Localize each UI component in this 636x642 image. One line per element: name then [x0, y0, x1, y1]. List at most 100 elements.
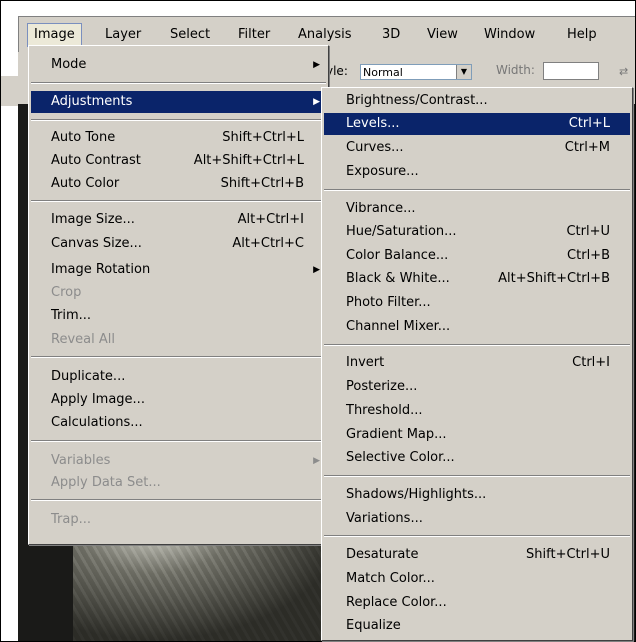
menu-item-label: Invert — [346, 355, 385, 370]
menu-item-label: Mode — [51, 57, 87, 72]
menu-item-black-white[interactable]: Black & White... Alt+Shift+Ctrl+B — [324, 268, 630, 290]
menu-item-label: Image Size... — [51, 212, 135, 227]
menu-item-auto-color[interactable]: Auto Color Shift+Ctrl+B — [31, 173, 326, 195]
menu-item-label: Photo Filter... — [346, 295, 431, 310]
menu-item-shortcut: Ctrl+B — [567, 248, 610, 263]
menu-item-match-color[interactable]: Match Color... — [324, 568, 630, 590]
menu-item-image-rotation[interactable]: Image Rotation ▶ — [31, 259, 326, 281]
menu-view[interactable]: View — [421, 23, 464, 47]
menu-item-shortcut: Shift+Ctrl+L — [222, 130, 304, 145]
menu-item-shadows-highlights[interactable]: Shadows/Highlights... — [324, 484, 630, 506]
menu-item-reveal-all[interactable]: Reveal All — [31, 329, 326, 351]
menu-item-equalize[interactable]: Equalize — [324, 615, 630, 637]
menu-item-shortcut: Shift+Ctrl+U — [526, 547, 610, 562]
menu-item-label: Image Rotation — [51, 262, 151, 277]
menu-layer[interactable]: Layer — [99, 23, 147, 47]
menu-item-label: Exposure... — [346, 164, 419, 179]
menu-item-auto-contrast[interactable]: Auto Contrast Alt+Shift+Ctrl+L — [31, 150, 326, 172]
menu-item-calculations[interactable]: Calculations... — [31, 412, 326, 434]
window-frame: Image Layer Select Filter Analysis 3D Vi… — [0, 0, 636, 642]
menu-item-label: Trim... — [51, 308, 92, 323]
separator — [31, 440, 326, 442]
menu-item-label: Desaturate — [346, 547, 419, 562]
menu-item-label: Color Balance... — [346, 248, 449, 263]
menu-item-label: Auto Color — [51, 176, 120, 191]
menu-item-label: Threshold... — [346, 403, 423, 418]
menu-window[interactable]: Window — [478, 23, 541, 47]
menu-item-label: Shadows/Highlights... — [346, 487, 487, 502]
style-select[interactable]: Normal ▼ — [360, 64, 472, 80]
menu-item-threshold[interactable]: Threshold... — [324, 400, 630, 422]
menu-item-label: Match Color... — [346, 571, 435, 586]
menu-item-label: Vibrance... — [346, 201, 416, 216]
menu-item-apply-data-set[interactable]: Apply Data Set... — [31, 472, 326, 494]
menu-item-levels[interactable]: Levels... Ctrl+L — [324, 113, 630, 135]
menu-item-invert[interactable]: Invert Ctrl+I — [324, 352, 630, 374]
swap-icon[interactable]: ⇄ — [619, 65, 628, 78]
menu-item-label: Apply Data Set... — [51, 475, 161, 490]
menu-item-label: Brightness/Contrast... — [346, 93, 488, 108]
menu-item-shortcut: Ctrl+I — [572, 355, 610, 370]
submenu-arrow-icon: ▶ — [313, 97, 320, 107]
menu-item-shortcut: Alt+Ctrl+I — [237, 212, 304, 227]
left-edge-strip — [1, 76, 18, 106]
menu-item-label: Variations... — [346, 511, 423, 526]
menu-item-vibrance[interactable]: Vibrance... — [324, 198, 630, 220]
menu-item-duplicate[interactable]: Duplicate... — [31, 366, 326, 388]
menu-item-color-balance[interactable]: Color Balance... Ctrl+B — [324, 245, 630, 267]
menu-item-variations[interactable]: Variations... — [324, 508, 630, 530]
menu-item-photo-filter[interactable]: Photo Filter... — [324, 292, 630, 314]
menu-item-label: Calculations... — [51, 415, 143, 430]
menu-item-label: Levels... — [346, 116, 400, 131]
separator — [324, 344, 630, 346]
menu-item-label: Selective Color... — [346, 450, 455, 465]
menu-item-auto-tone[interactable]: Auto Tone Shift+Ctrl+L — [31, 127, 326, 149]
menu-item-label: Apply Image... — [51, 392, 145, 407]
menu-item-gradient-map[interactable]: Gradient Map... — [324, 424, 630, 446]
menu-item-image-size[interactable]: Image Size... Alt+Ctrl+I — [31, 209, 326, 231]
separator — [324, 535, 630, 537]
separator — [324, 475, 630, 477]
separator — [324, 189, 630, 191]
menu-item-curves[interactable]: Curves... Ctrl+M — [324, 137, 630, 159]
menu-item-mode[interactable]: Mode ▶ — [31, 54, 326, 76]
menu-item-label: Black & White... — [346, 271, 450, 286]
menu-item-posterize[interactable]: Posterize... — [324, 376, 630, 398]
menu-item-brightness-contrast[interactable]: Brightness/Contrast... — [324, 90, 630, 112]
menu-item-apply-image[interactable]: Apply Image... — [31, 389, 326, 411]
submenu-arrow-icon: ▶ — [313, 265, 320, 275]
menu-item-label: Posterize... — [346, 379, 418, 394]
menu-filter[interactable]: Filter — [232, 23, 276, 47]
menu-item-desaturate[interactable]: Desaturate Shift+Ctrl+U — [324, 544, 630, 566]
menu-item-label: Reveal All — [51, 332, 115, 347]
menu-item-hue-saturation[interactable]: Hue/Saturation... Ctrl+U — [324, 221, 630, 243]
menu-item-label: Auto Tone — [51, 130, 116, 145]
menu-item-crop[interactable]: Crop — [31, 282, 326, 304]
menu-item-label: Equalize — [346, 618, 401, 633]
menu-item-trim[interactable]: Trim... — [31, 305, 326, 327]
menu-item-adjustments[interactable]: Adjustments ▶ — [31, 91, 326, 113]
menu-item-label: Canvas Size... — [51, 236, 142, 251]
menu-select[interactable]: Select — [164, 23, 216, 47]
menu-item-shortcut: Ctrl+L — [568, 116, 610, 131]
menu-item-channel-mixer[interactable]: Channel Mixer... — [324, 316, 630, 338]
menu-item-label: Channel Mixer... — [346, 319, 451, 334]
menu-item-selective-color[interactable]: Selective Color... — [324, 447, 630, 469]
menu-item-label: Hue/Saturation... — [346, 224, 457, 239]
menu-item-trap[interactable]: Trap... — [31, 509, 326, 531]
menu-item-exposure[interactable]: Exposure... — [324, 161, 630, 183]
menu-item-label: Gradient Map... — [346, 427, 447, 442]
menu-item-canvas-size[interactable]: Canvas Size... Alt+Ctrl+C — [31, 233, 326, 255]
separator — [31, 82, 326, 84]
menu-item-label: Adjustments — [51, 94, 133, 109]
submenu-arrow-icon: ▶ — [313, 60, 320, 70]
menu-analysis[interactable]: Analysis — [292, 23, 358, 47]
menu-help[interactable]: Help — [561, 23, 603, 47]
menu-image[interactable]: Image — [27, 23, 82, 47]
menu-item-replace-color[interactable]: Replace Color... — [324, 592, 630, 614]
image-menu: Mode ▶ Adjustments ▶ Auto Tone Shift+Ctr… — [28, 45, 329, 545]
width-input[interactable] — [543, 62, 599, 80]
menu-3d[interactable]: 3D — [376, 23, 406, 47]
menu-item-shortcut: Ctrl+M — [564, 140, 610, 155]
menu-item-variables[interactable]: Variables ▶ — [31, 450, 326, 472]
